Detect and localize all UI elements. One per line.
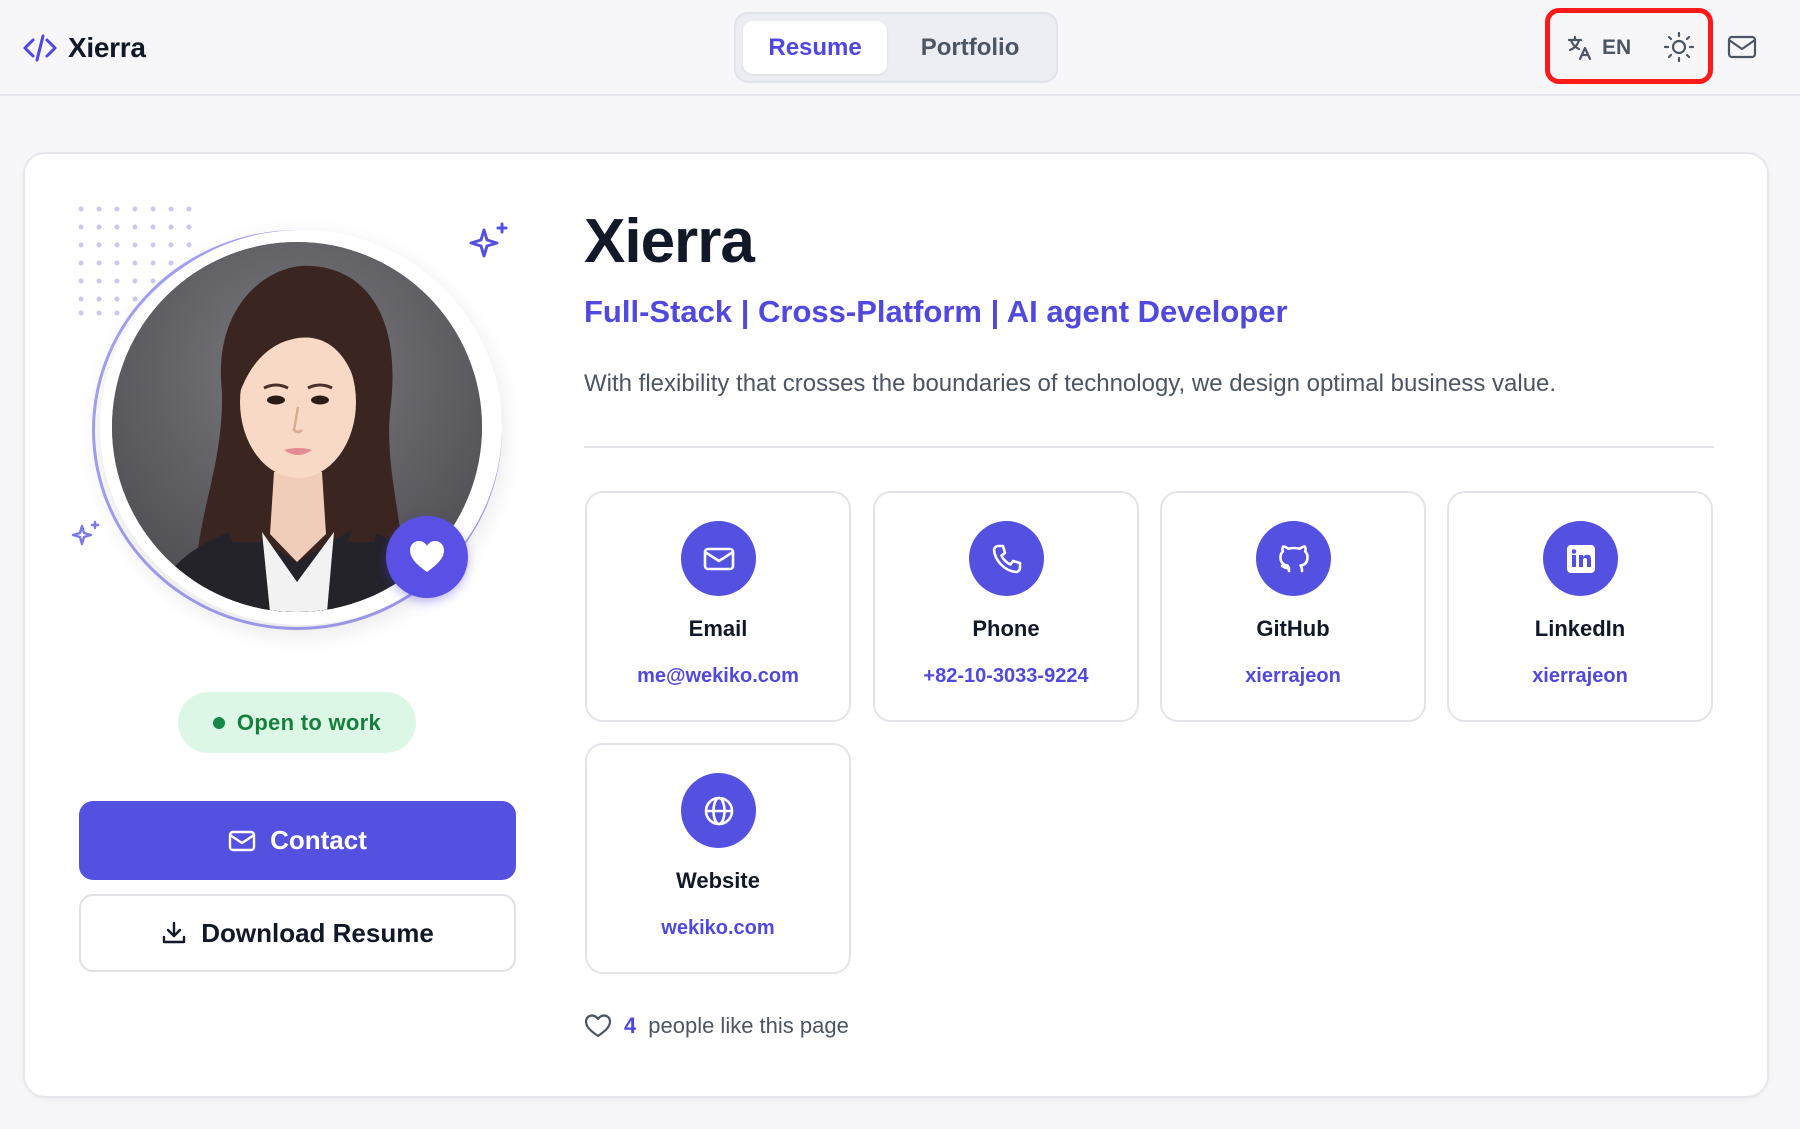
heart-icon — [410, 541, 444, 572]
brand-name: Xierra — [68, 32, 146, 63]
heart-outline-icon[interactable] — [584, 1013, 612, 1039]
sparkle-small-icon — [71, 520, 100, 546]
tab-portfolio[interactable]: Portfolio — [891, 21, 1049, 74]
contact-label: Website — [676, 868, 760, 893]
contact-value[interactable]: xierrajeon — [1162, 665, 1424, 688]
download-button-label: Download Resume — [201, 917, 434, 948]
contact-card-linkedin[interactable]: LinkedIn xierrajeon — [1447, 491, 1713, 722]
profile-tagline: With flexibility that crosses the bounda… — [584, 370, 1557, 397]
like-button[interactable] — [386, 516, 468, 598]
globe-icon — [704, 796, 733, 825]
likes-count: 4 — [624, 1013, 637, 1038]
sparkle-icon — [469, 222, 508, 258]
contact-value[interactable]: +82-10-3033-9224 — [875, 665, 1137, 688]
tab-resume[interactable]: Resume — [743, 21, 888, 74]
status-text: Open to work — [236, 709, 382, 735]
contact-button[interactable]: Contact — [79, 801, 516, 880]
language-toggle[interactable]: EN — [1566, 29, 1631, 67]
code-icon — [23, 34, 57, 62]
contact-icon-circle — [969, 521, 1044, 596]
contact-icon-circle — [1256, 521, 1331, 596]
likes-counter: 4 people like this page — [584, 1010, 849, 1042]
top-bar: Xierra Resume Portfolio EN — [0, 0, 1800, 96]
contact-value[interactable]: wekiko.com — [587, 917, 849, 940]
translate-icon — [1567, 35, 1592, 61]
download-resume-button[interactable]: Download Resume — [79, 894, 516, 972]
contact-icon-circle — [681, 773, 756, 848]
mail-icon — [228, 830, 256, 851]
download-icon — [163, 921, 186, 944]
contact-card-github[interactable]: GitHub xierrajeon — [1160, 491, 1426, 722]
contact-icon-circle — [681, 521, 756, 596]
profile-name: Xierra — [584, 207, 755, 276]
contact-button-label: Contact — [270, 825, 367, 855]
contact-label: LinkedIn — [1534, 616, 1626, 641]
contact-card-phone[interactable]: Phone +82-10-3033-9224 — [873, 491, 1139, 722]
profile-role: Full-Stack | Cross-Platform | AI agent D… — [584, 294, 1288, 329]
contact-label: Email — [688, 616, 748, 641]
contact-icon-circle — [1543, 521, 1618, 596]
status-badge: Open to work — [178, 692, 416, 753]
divider — [584, 446, 1714, 448]
sun-icon[interactable] — [1662, 30, 1696, 64]
language-label: EN — [1602, 36, 1632, 59]
contact-card-email[interactable]: Email me@wekiko.com — [585, 491, 851, 722]
likes-text: people like this page — [648, 1013, 849, 1038]
contact-value[interactable]: me@wekiko.com — [587, 665, 849, 688]
phone-icon — [992, 544, 1021, 573]
contact-value[interactable]: xierrajeon — [1449, 665, 1711, 688]
github-icon — [1278, 544, 1309, 572]
linkedin-icon — [1566, 544, 1595, 573]
brand[interactable]: Xierra — [22, 28, 146, 68]
contact-card-website[interactable]: Website wekiko.com — [585, 743, 851, 974]
view-tabs: Resume Portfolio — [734, 12, 1058, 83]
contact-label: Phone — [972, 616, 1040, 641]
mail-icon[interactable] — [1726, 30, 1758, 64]
contact-label: GitHub — [1256, 616, 1330, 641]
mail-icon — [703, 547, 734, 570]
status-dot — [212, 716, 225, 729]
